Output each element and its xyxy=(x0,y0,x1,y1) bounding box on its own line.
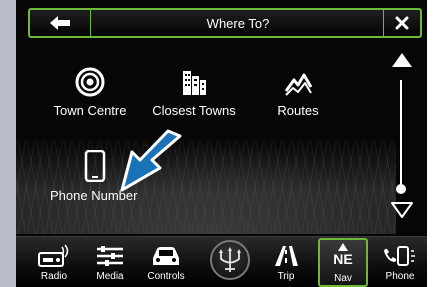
tab-phone[interactable]: Phone xyxy=(374,237,426,287)
tab-label: Trip xyxy=(277,271,295,282)
nav-screen: Where To? Town Centre Closest Towns Rout… xyxy=(16,0,427,287)
back-arrow-icon xyxy=(50,16,70,30)
bottom-nav-bar: Radio Media Controls Trip NE Nav Phone xyxy=(16,236,427,287)
tab-nav[interactable]: NE Nav xyxy=(318,238,368,287)
tab-trip[interactable]: Trip xyxy=(260,237,312,287)
header-bar: Where To? xyxy=(28,8,422,38)
option-label: Town Centre xyxy=(53,103,127,118)
compass-heading: NE xyxy=(333,251,353,267)
compass-pointer-icon xyxy=(338,243,348,251)
trident-logo-icon xyxy=(219,247,241,272)
scrollbar-thumb[interactable] xyxy=(396,184,406,194)
tab-label: Media xyxy=(96,271,124,282)
media-icon xyxy=(97,246,123,266)
scrollbar-track[interactable] xyxy=(400,80,402,186)
tab-radio[interactable]: Radio xyxy=(28,237,80,287)
trip-icon xyxy=(275,246,298,266)
controls-icon xyxy=(153,247,179,265)
routes-icon xyxy=(284,73,313,96)
option-closest-towns[interactable]: Closest Towns xyxy=(144,67,244,118)
side-strip xyxy=(0,0,16,287)
tab-media[interactable]: Media xyxy=(84,237,136,287)
tab-controls[interactable]: Controls xyxy=(140,237,192,287)
option-town-centre[interactable]: Town Centre xyxy=(40,67,140,118)
scroll-down-icon[interactable] xyxy=(391,202,413,218)
home-logo-button[interactable] xyxy=(210,240,250,280)
option-routes[interactable]: Routes xyxy=(248,67,348,118)
phone-tab-icon xyxy=(384,246,415,266)
radio-icon xyxy=(38,244,69,267)
back-button[interactable] xyxy=(30,10,91,36)
close-button[interactable] xyxy=(383,10,420,36)
page-title: Where To? xyxy=(206,15,270,31)
close-icon xyxy=(395,16,409,30)
closest-towns-icon xyxy=(183,71,206,95)
town-centre-icon xyxy=(75,67,105,97)
tab-label: Phone xyxy=(385,271,415,282)
phone-icon xyxy=(84,150,106,182)
option-label: Routes xyxy=(277,103,319,118)
scroll-up-icon[interactable] xyxy=(391,52,413,68)
option-label: Closest Towns xyxy=(152,103,236,118)
callout-arrow-icon xyxy=(120,129,182,192)
compass-icon: NE xyxy=(323,243,363,271)
tab-label: Controls xyxy=(147,271,185,282)
tab-label: Radio xyxy=(40,271,68,282)
tab-label: Nav xyxy=(334,273,352,284)
